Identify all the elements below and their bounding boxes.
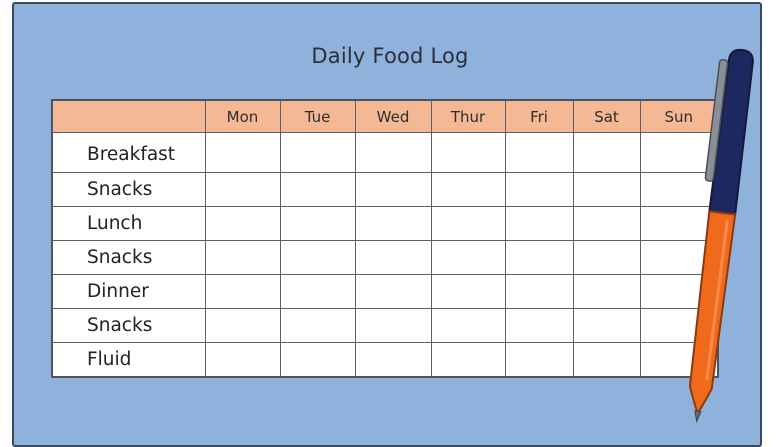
page-title: Daily Food Log	[311, 44, 469, 68]
log-cell[interactable]	[572, 307, 641, 343]
log-cell[interactable]	[204, 307, 281, 343]
log-cell[interactable]	[572, 131, 641, 174]
log-cell[interactable]	[430, 206, 506, 241]
column-header-wed: Wed	[354, 99, 432, 133]
log-cell[interactable]	[504, 172, 574, 208]
log-cell[interactable]	[504, 131, 574, 174]
column-header-fri: Fri	[504, 99, 574, 133]
row-label-breakfast: Breakfast	[51, 131, 206, 174]
row-label-fluid: Fluid	[51, 341, 206, 378]
log-cell[interactable]	[504, 239, 574, 275]
row-label-dinner: Dinner	[51, 273, 206, 309]
table-row: Lunch	[51, 206, 719, 241]
log-cell[interactable]	[430, 239, 506, 275]
log-cell[interactable]	[279, 206, 356, 241]
log-cell[interactable]	[430, 341, 506, 378]
log-cell[interactable]	[279, 239, 356, 275]
table-row: Fluid	[51, 341, 719, 378]
column-header-sat: Sat	[572, 99, 641, 133]
log-cell[interactable]	[204, 131, 281, 174]
header-corner-cell	[51, 99, 206, 133]
log-cell[interactable]	[354, 341, 432, 378]
log-cell[interactable]	[430, 131, 506, 174]
column-header-tue: Tue	[279, 99, 356, 133]
log-cell[interactable]	[279, 307, 356, 343]
table-row: Snacks	[51, 172, 719, 208]
row-label-snacks: Snacks	[51, 172, 206, 208]
header-row: Mon Tue Wed Thur Fri Sat Sun	[51, 99, 719, 133]
column-header-sun: Sun	[639, 99, 719, 133]
log-cell[interactable]	[204, 341, 281, 378]
log-cell[interactable]	[572, 341, 641, 378]
log-cell[interactable]	[279, 273, 356, 309]
table-row: Breakfast	[51, 131, 719, 174]
log-cell[interactable]	[572, 273, 641, 309]
log-cell[interactable]	[504, 273, 574, 309]
log-cell[interactable]	[354, 239, 432, 275]
log-cell[interactable]	[354, 131, 432, 174]
table-row: Snacks	[51, 239, 719, 275]
row-label-lunch: Lunch	[51, 206, 206, 241]
log-cell[interactable]	[354, 307, 432, 343]
log-cell[interactable]	[572, 206, 641, 241]
row-label-snacks: Snacks	[51, 307, 206, 343]
log-cell[interactable]	[279, 341, 356, 378]
log-cell[interactable]	[504, 341, 574, 378]
column-header-mon: Mon	[204, 99, 281, 133]
log-cell[interactable]	[279, 131, 356, 174]
log-cell[interactable]	[279, 172, 356, 208]
log-cell[interactable]	[354, 273, 432, 309]
table-row: Snacks	[51, 307, 719, 343]
log-cell[interactable]	[204, 273, 281, 309]
column-header-thur: Thur	[430, 99, 506, 133]
food-log-table: Mon Tue Wed Thur Fri Sat Sun Breakfast S…	[51, 99, 719, 378]
log-cell[interactable]	[204, 239, 281, 275]
table-row: Dinner	[51, 273, 719, 309]
log-cell[interactable]	[204, 172, 281, 208]
log-cell[interactable]	[504, 206, 574, 241]
log-cell[interactable]	[430, 273, 506, 309]
log-cell[interactable]	[504, 307, 574, 343]
log-cell[interactable]	[354, 206, 432, 241]
log-cell[interactable]	[204, 206, 281, 241]
log-cell[interactable]	[354, 172, 432, 208]
row-label-snacks: Snacks	[51, 239, 206, 275]
log-cell[interactable]	[430, 307, 506, 343]
log-cell[interactable]	[572, 172, 641, 208]
log-cell[interactable]	[430, 172, 506, 208]
log-cell[interactable]	[572, 239, 641, 275]
